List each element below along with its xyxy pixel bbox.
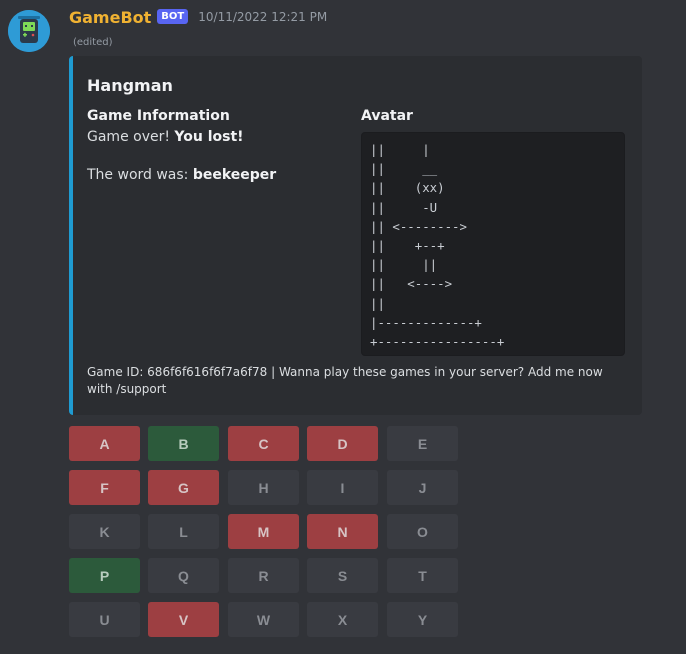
embed-footer: Game ID: 686f6f616f6f7a6f78 | Wanna play… <box>87 365 603 396</box>
letter-button-v[interactable]: V <box>148 602 219 637</box>
bot-avatar[interactable] <box>8 10 50 52</box>
secret-word: beekeeper <box>192 167 277 183</box>
letter-button-x[interactable]: X <box>307 602 378 637</box>
word-reveal-text: The word was: beekeeper <box>87 166 276 185</box>
embed-title: Hangman <box>87 76 173 95</box>
letter-button-m[interactable]: M <box>228 514 299 549</box>
letter-button-q[interactable]: Q <box>148 558 219 593</box>
letter-button-i[interactable]: I <box>307 470 378 505</box>
username[interactable]: GameBot <box>69 8 151 27</box>
message-timestamp[interactable]: 10/11/2022 12:21 PM <box>198 10 327 24</box>
letter-button-j[interactable]: J <box>387 470 458 505</box>
letter-button-a[interactable]: A <box>69 426 140 461</box>
embed-card: Hangman Game Information Game over! You … <box>69 56 642 415</box>
letter-button-r[interactable]: R <box>228 558 299 593</box>
letter-button-n[interactable]: N <box>307 514 378 549</box>
letter-button-k[interactable]: K <box>69 514 140 549</box>
game-over-text: Game over! You lost! <box>87 128 244 147</box>
letter-button-g[interactable]: G <box>148 470 219 505</box>
edited-label: (edited) <box>73 37 113 48</box>
letter-button-d[interactable]: D <box>307 426 378 461</box>
game-info-field-name: Game Information <box>87 108 230 124</box>
robot-icon <box>8 10 50 52</box>
letter-button-b[interactable]: B <box>148 426 219 461</box>
message-header: GameBot BOT 10/11/2022 12:21 PM <box>69 6 327 28</box>
word-prefix: The word was: <box>87 167 193 183</box>
avatar-field-name: Avatar <box>361 108 413 124</box>
letter-button-f[interactable]: F <box>69 470 140 505</box>
hangman-ascii-art: || | || __ || (xx) || -U || <--------> |… <box>361 132 625 356</box>
bot-badge: BOT <box>157 8 189 24</box>
game-over-prefix: Game over! <box>87 129 175 145</box>
letter-button-w[interactable]: W <box>228 602 299 637</box>
letter-button-o[interactable]: O <box>387 514 458 549</box>
letter-button-p[interactable]: P <box>69 558 140 593</box>
letter-button-c[interactable]: C <box>228 426 299 461</box>
letter-button-y[interactable]: Y <box>387 602 458 637</box>
result-text: You lost! <box>174 129 244 145</box>
letter-button-t[interactable]: T <box>387 558 458 593</box>
letter-button-s[interactable]: S <box>307 558 378 593</box>
letter-button-e[interactable]: E <box>387 426 458 461</box>
letter-button-l[interactable]: L <box>148 514 219 549</box>
letter-button-u[interactable]: U <box>69 602 140 637</box>
letter-button-h[interactable]: H <box>228 470 299 505</box>
